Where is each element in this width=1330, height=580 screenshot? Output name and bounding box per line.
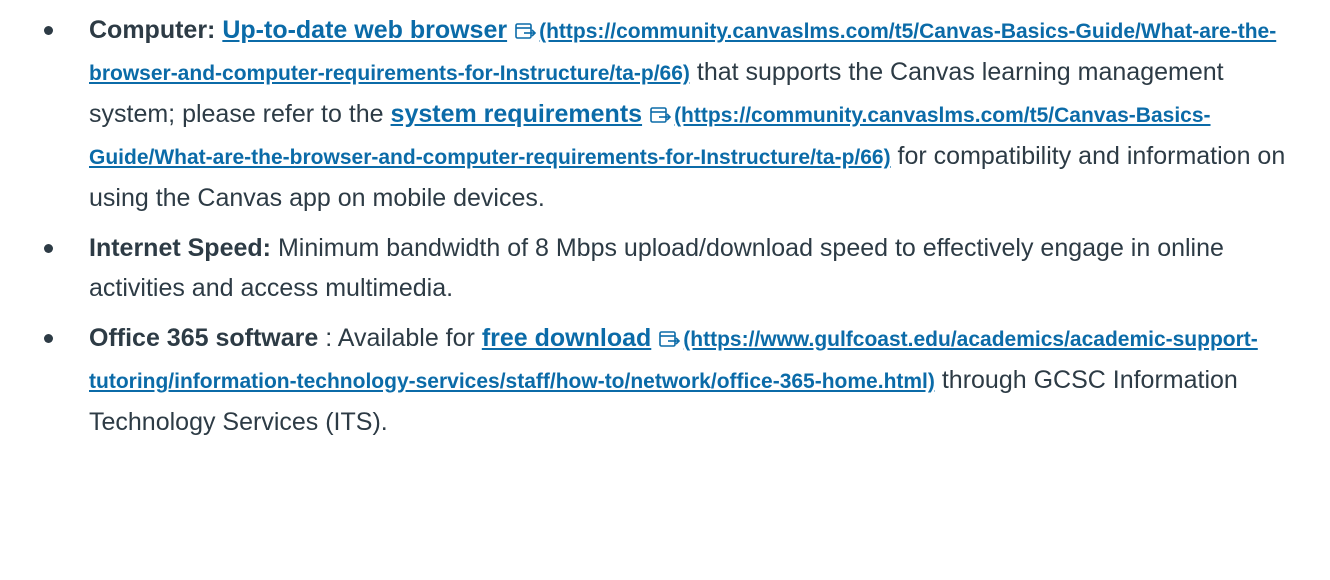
internet-speed-label: Internet Speed: xyxy=(89,234,271,262)
free-download-link-text: free download xyxy=(481,324,652,352)
list-item-computer: Computer: Up-to-date web browser (https:/… xyxy=(44,10,1309,218)
external-link-icon xyxy=(650,107,672,123)
web-browser-link-text: Up-to-date web browser xyxy=(222,16,508,44)
list-item-office-365: Office 365 software : Available for free… xyxy=(44,318,1309,442)
system-requirements-link-text: system requirements xyxy=(390,100,643,128)
requirements-list: Computer: Up-to-date web browser (https:/… xyxy=(0,10,1309,452)
page-content: Computer: Up-to-date web browser (https:/… xyxy=(0,0,1330,580)
list-item-internet-speed: Internet Speed: Minimum bandwidth of 8 M… xyxy=(44,228,1309,308)
external-link-icon xyxy=(515,23,537,39)
external-link-icon xyxy=(659,331,681,347)
office-365-label: Office 365 software xyxy=(89,324,319,352)
office-365-text-before: : Available for xyxy=(325,324,475,352)
computer-label: Computer: xyxy=(89,16,216,44)
